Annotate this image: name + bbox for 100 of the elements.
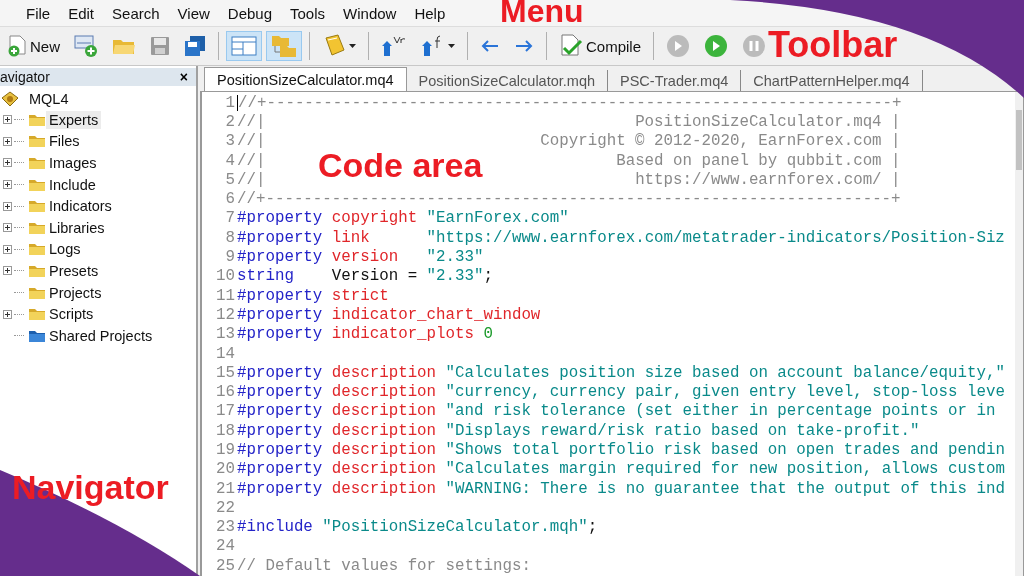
project-icon xyxy=(74,34,98,58)
new-file-icon xyxy=(7,35,27,57)
folder-icon xyxy=(28,134,46,149)
scrollbar-thumb[interactable] xyxy=(1016,110,1022,170)
folder-icon xyxy=(28,307,46,322)
menu-item[interactable]: Debug xyxy=(223,2,280,24)
toggle-button[interactable] xyxy=(266,31,302,61)
code-line: #property indicator_chart_window xyxy=(237,305,541,324)
folders-icon xyxy=(271,34,297,58)
new-button[interactable]: New xyxy=(2,31,65,61)
play-icon xyxy=(704,34,729,58)
forward-arrow-icon xyxy=(514,38,534,54)
tree-item[interactable]: Images xyxy=(46,154,100,172)
menu-item[interactable]: File xyxy=(22,2,59,24)
tree-item[interactable]: Projects xyxy=(46,283,105,302)
line-number: 17 xyxy=(215,402,236,421)
tree-item[interactable]: Presets xyxy=(46,261,102,280)
folder-icon xyxy=(28,242,46,257)
comment-border: //| xyxy=(237,151,266,170)
tab[interactable]: PositionSizeCalculator.mq4 xyxy=(204,67,407,91)
code-line: #property description "Calculates position size based on account balance/equity," xyxy=(237,363,1005,382)
tree-item[interactable]: Scripts xyxy=(46,305,97,324)
menu-item[interactable]: Tools xyxy=(286,2,334,24)
tree-item[interactable]: Experts xyxy=(46,110,102,129)
code-comment: https://www.earnforex.com/ | xyxy=(635,170,901,189)
menu-item[interactable]: Edit xyxy=(64,2,103,24)
line-number: 10 xyxy=(215,267,236,286)
code-line: #property description "Displays reward/risk ratio based on take-profit." xyxy=(237,421,920,440)
tree-item[interactable]: Libraries xyxy=(46,218,108,237)
line-number: 18 xyxy=(215,421,236,440)
floppy-icon xyxy=(150,36,170,56)
line-number: 4 xyxy=(224,151,236,170)
line-number: 9 xyxy=(224,248,236,266)
line-number: 2 xyxy=(224,112,236,131)
line-number: 24 xyxy=(215,537,236,556)
line-number: 12 xyxy=(215,305,236,324)
menu-item[interactable]: Help xyxy=(410,2,454,24)
line-number: 3 xyxy=(224,132,236,151)
code-comment: Copyright © 2012-2020, EarnForex.com | xyxy=(540,132,901,151)
comment-border: //| xyxy=(237,112,266,131)
menu-item[interactable]: Window xyxy=(339,2,405,24)
tree-item[interactable]: Include xyxy=(46,175,99,194)
code-line: //+------------------------------------------------------------------+ xyxy=(238,93,902,112)
folder-icon xyxy=(28,177,46,192)
line-number: 22 xyxy=(215,498,236,517)
code-line: #property version "2.33" xyxy=(237,248,484,266)
tree-item[interactable]: Logs xyxy=(46,240,84,259)
line-number: 19 xyxy=(215,441,236,459)
panel-title: avigator xyxy=(0,69,50,85)
compile-icon xyxy=(559,34,583,58)
pause-icon xyxy=(742,34,767,58)
code-line: #property link "https://www.earnforex.com/metatrader-indicators/Position-Siz xyxy=(237,228,1005,247)
line-number: 25 xyxy=(215,556,236,575)
comment-border: //| xyxy=(237,132,266,151)
code-line: #include "PositionSizeCalculator.mqh"; xyxy=(237,518,598,537)
folder-icon xyxy=(28,328,46,343)
caret-icon xyxy=(448,44,455,48)
code-editor[interactable] xyxy=(200,91,1024,576)
folder-icon xyxy=(28,199,46,214)
line-number: 5 xyxy=(224,170,236,189)
text-cursor xyxy=(237,94,238,111)
folder-icon xyxy=(28,156,46,170)
toggle-button[interactable] xyxy=(226,31,262,61)
code-line: #property description "currency, currency pair, given entry level, stop-loss leve xyxy=(237,383,1005,402)
line-number: 23 xyxy=(215,518,236,537)
line-number: 1 xyxy=(224,93,236,112)
code-line: //+------------------------------------------------------------------+ xyxy=(237,190,901,209)
line-number: 14 xyxy=(215,344,236,363)
folder-icon xyxy=(28,112,46,127)
compile-button[interactable]: Compile xyxy=(554,31,647,61)
restart-icon xyxy=(666,34,691,58)
layout-icon xyxy=(231,35,257,57)
code-line: string Version = "2.33"; xyxy=(237,267,493,286)
code-line: #property description "WARNING: There is no guarantee that the output of this ind xyxy=(237,479,1005,498)
line-number: 15 xyxy=(215,363,236,382)
close-button[interactable]: × xyxy=(177,69,190,85)
menu-item[interactable]: View xyxy=(173,2,218,24)
code-comment: PositionSizeCalculator.mq4 | xyxy=(635,112,901,131)
line-number: 13 xyxy=(215,325,236,344)
code-line: #property description "and risk tolerance (set either in percentage points or in xyxy=(237,402,996,421)
menu-item[interactable]: Search xyxy=(108,2,168,24)
tree-item[interactable]: Files xyxy=(46,132,83,151)
line-number: 16 xyxy=(215,383,236,402)
tree-item[interactable]: Shared Projects xyxy=(46,326,156,345)
comment-border: //| xyxy=(237,170,266,189)
annotation-label: Code area xyxy=(318,146,483,185)
line-number: 6 xyxy=(224,190,236,209)
caret-icon xyxy=(349,44,356,48)
line-number: 8 xyxy=(224,228,236,247)
tree-item[interactable]: MQL4 xyxy=(26,89,72,108)
line-number: 20 xyxy=(215,460,236,479)
annotation-label: Toolbar xyxy=(768,24,898,66)
line-number: 21 xyxy=(215,479,236,498)
folder-icon xyxy=(28,220,46,235)
variable-icon xyxy=(381,34,407,58)
back-arrow-icon xyxy=(480,38,500,54)
code-line: #property description "Calculates margin required for new position, allows custom xyxy=(237,460,1005,479)
floppy-icon xyxy=(184,35,206,57)
tree-item[interactable]: Indicators xyxy=(46,197,115,216)
code-line: #property strict xyxy=(237,286,389,305)
